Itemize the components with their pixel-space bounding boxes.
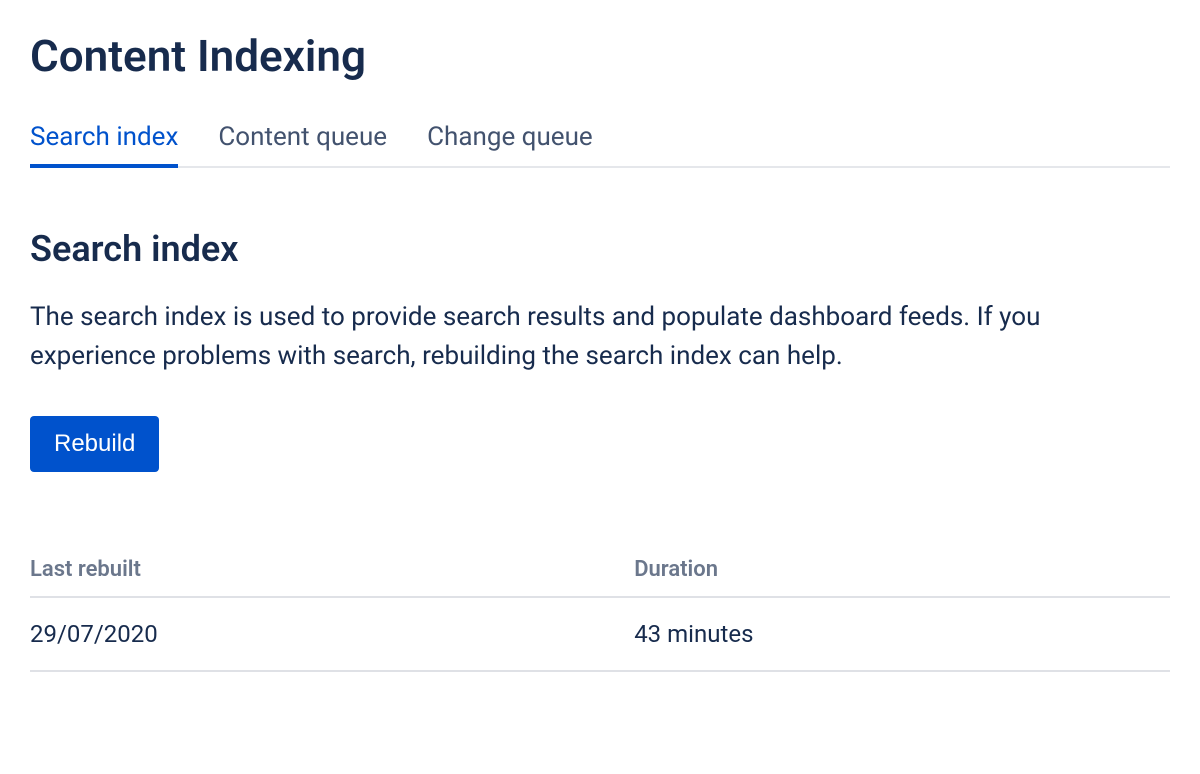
header-duration: Duration bbox=[634, 557, 1170, 597]
table-row: 29/07/2020 43 minutes bbox=[30, 597, 1170, 671]
tab-search-index[interactable]: Search index bbox=[30, 122, 178, 166]
tabs-container: Search index Content queue Change queue bbox=[30, 122, 1170, 168]
tab-change-queue[interactable]: Change queue bbox=[427, 122, 593, 166]
section-description: The search index is used to provide sear… bbox=[30, 298, 1160, 376]
page-title: Content Indexing bbox=[30, 30, 1170, 82]
section-title: Search index bbox=[30, 228, 1170, 270]
tab-content-queue[interactable]: Content queue bbox=[218, 122, 387, 166]
cell-duration: 43 minutes bbox=[634, 597, 1170, 671]
header-last-rebuilt: Last rebuilt bbox=[30, 557, 634, 597]
cell-last-rebuilt: 29/07/2020 bbox=[30, 597, 634, 671]
rebuild-button[interactable]: Rebuild bbox=[30, 416, 159, 472]
info-table: Last rebuilt Duration 29/07/2020 43 minu… bbox=[30, 557, 1170, 672]
